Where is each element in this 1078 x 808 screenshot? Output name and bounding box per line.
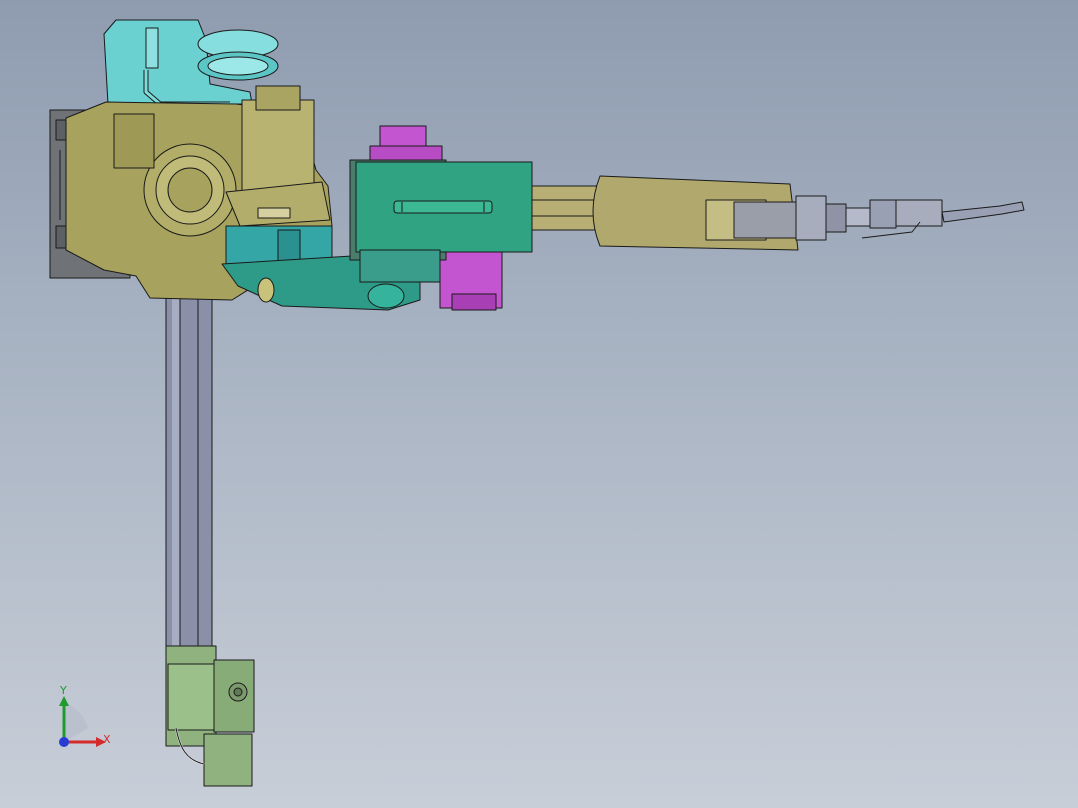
reducer-housing[interactable]: [103, 19, 279, 107]
y-axis-label: Y: [60, 684, 67, 697]
orientation-triad: Y X: [48, 684, 118, 754]
lower-motor-unit[interactable]: [165, 645, 255, 787]
vertical-column[interactable]: [165, 289, 213, 651]
wrist-and-torch[interactable]: [733, 195, 1025, 241]
robot-model[interactable]: [0, 0, 1078, 808]
graphics-viewport[interactable]: Y X: [0, 0, 1078, 808]
x-axis-label: X: [103, 733, 111, 746]
